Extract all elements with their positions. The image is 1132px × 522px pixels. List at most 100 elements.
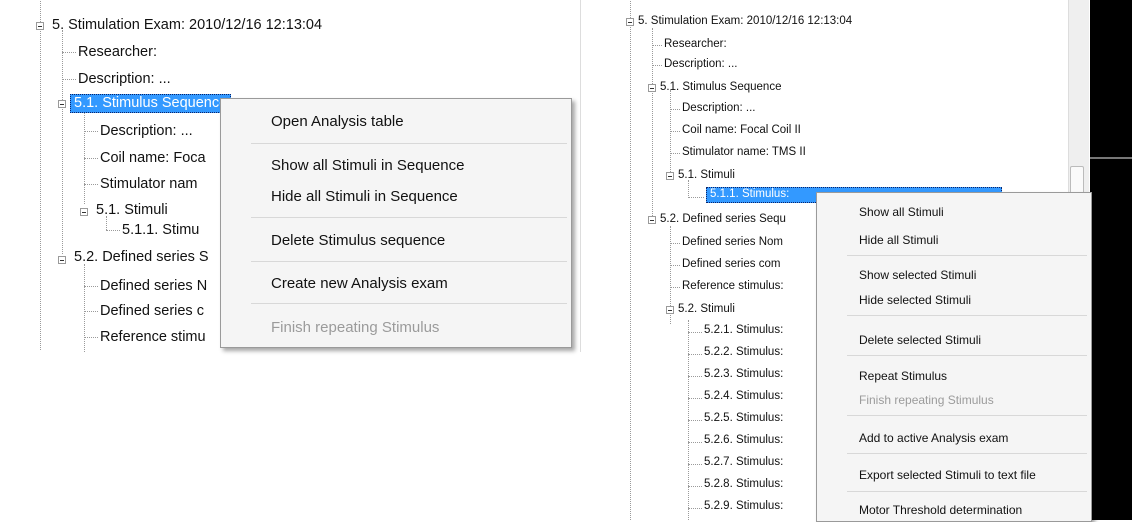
tree-line [40, 0, 41, 350]
tree-node-description[interactable]: Description: ... [664, 58, 738, 71]
tree-line [106, 230, 120, 231]
menu-item-delete-stimulus-sequence[interactable]: Delete Stimulus sequence [221, 232, 571, 249]
tree-node-stimulus[interactable]: 5.2.8. Stimulus: [704, 478, 783, 491]
tree-node-defined-name[interactable]: Defined series Nom [682, 236, 783, 249]
tree-node-stimulus[interactable]: 5.2.3. Stimulus: [704, 368, 783, 381]
tree-node-stimuli-group[interactable]: 5.1. Stimuli [678, 169, 735, 182]
tree-node-reference[interactable]: Reference stimulus: [682, 280, 784, 293]
menu-separator [847, 315, 1087, 316]
menu-item-delete-selected-stimuli[interactable]: Delete selected Stimuli [817, 333, 1091, 347]
tree-node-stimuli-group[interactable]: 5.1. Stimuli [96, 203, 168, 218]
tree-line [106, 216, 107, 230]
tree-node-defined-name[interactable]: Defined series N [100, 279, 207, 294]
tree-node-stimulus[interactable]: 5.2.1. Stimulus: [704, 324, 783, 337]
tree-line [688, 420, 702, 421]
collapse-icon[interactable] [666, 172, 674, 180]
menu-item-finish-repeating-stimulus: Finish repeating Stimulus [859, 393, 994, 407]
tree-node-defined-comment[interactable]: Defined series com [682, 258, 780, 271]
menu-item-motor-threshold-determination[interactable]: Motor Threshold determination [817, 503, 1091, 517]
tree-node-seq-description[interactable]: Description: ... [100, 124, 193, 139]
collapse-icon[interactable] [648, 84, 656, 92]
collapse-icon[interactable] [80, 208, 88, 216]
tree-node-defined-comment[interactable]: Defined series c [100, 304, 204, 319]
collapse-icon[interactable] [626, 18, 634, 26]
tree-line [62, 79, 76, 80]
tree-line [652, 65, 662, 66]
scrollbar-thumb[interactable] [1070, 166, 1084, 194]
collapse-icon[interactable] [36, 22, 44, 30]
tree-line [670, 265, 680, 266]
tree-node-stimulus[interactable]: 5.2.9. Stimulus: [704, 500, 783, 513]
tree-node-defined-series[interactable]: 5.2. Defined series Sequ [660, 213, 786, 226]
tree-line [670, 243, 680, 244]
tree-node-stimuli-group-2[interactable]: 5.2. Stimuli [678, 303, 735, 316]
menu-item-export-selected-stimuli[interactable]: Export selected Stimuli to text file [817, 468, 1091, 482]
tree-line [84, 131, 98, 132]
tree-line [84, 337, 98, 338]
tree-node-stimulus[interactable]: 5.2.4. Stimulus: [704, 390, 783, 403]
divider [1090, 157, 1132, 159]
tree-line [688, 486, 702, 487]
tree-node-researcher[interactable]: Researcher: [664, 38, 727, 51]
tree-node-sequence[interactable]: 5.1. Stimulus Sequence [660, 81, 781, 94]
menu-item-hide-selected-stimuli[interactable]: Hide selected Stimuli [817, 293, 1091, 307]
tree-line [630, 0, 631, 520]
menu-item-open-analysis-table[interactable]: Open Analysis table [221, 113, 571, 130]
menu-item-hide-all-stimuli[interactable]: Hide all Stimuli [817, 233, 1091, 247]
menu-separator [251, 217, 567, 218]
tree-node-stimulus[interactable]: 5.2.5. Stimulus: [704, 412, 783, 425]
tree-line [688, 354, 702, 355]
tree-node-exam[interactable]: 5. Stimulation Exam: 2010/12/16 12:13:04 [638, 15, 852, 28]
tree-node-coil[interactable]: Coil name: Focal Coil II [682, 124, 801, 137]
tree-node-seq-description[interactable]: Description: ... [682, 102, 756, 115]
tree-line [688, 398, 702, 399]
tree-line [688, 332, 702, 333]
tree-line [688, 464, 702, 465]
tree-line [652, 28, 653, 216]
tree-line [688, 197, 704, 198]
menu-item-show-all-stimuli[interactable]: Show all Stimuli [817, 205, 1091, 219]
collapse-icon[interactable] [648, 216, 656, 224]
tree-node-description[interactable]: Description: ... [78, 72, 171, 87]
menu-separator [847, 355, 1087, 356]
menu-separator [847, 255, 1087, 256]
menu-separator [847, 491, 1087, 492]
tree-line [670, 131, 680, 132]
tree-line [670, 90, 671, 174]
menu-separator [847, 415, 1087, 416]
tree-node-defined-series[interactable]: 5.2. Defined series S [74, 250, 209, 265]
menu-item-finish-repeating-stimulus: Finish repeating Stimulus [271, 319, 440, 336]
collapse-icon[interactable] [58, 256, 66, 264]
menu-item-show-all-stimuli-in-sequence[interactable]: Show all Stimuli in Sequence [221, 157, 571, 174]
tree-node-stimulus[interactable]: 5.2.2. Stimulus: [704, 346, 783, 359]
tree-line [84, 184, 98, 185]
menu-item-hide-all-stimuli-in-sequence[interactable]: Hide all Stimuli in Sequence [221, 188, 571, 205]
tree-line [670, 109, 680, 110]
menu-separator [251, 261, 567, 262]
tree-node-exam[interactable]: 5. Stimulation Exam: 2010/12/16 12:13:04 [52, 18, 322, 33]
dark-panel [1090, 0, 1132, 520]
tree-line [84, 158, 98, 159]
tree-node-stimulator[interactable]: Stimulator nam [100, 177, 198, 192]
menu-separator [847, 453, 1087, 454]
tree-line [688, 508, 702, 509]
collapse-icon[interactable] [666, 306, 674, 314]
context-menu-stimuli: Show all Stimuli Hide all Stimuli Show s… [816, 192, 1092, 522]
context-menu-sequence: Open Analysis table Show all Stimuli in … [220, 98, 572, 348]
menu-item-show-selected-stimuli[interactable]: Show selected Stimuli [817, 268, 1091, 282]
tree-node-stimulus[interactable]: 5.1.1. Stimu [122, 223, 199, 238]
tree-node-reference[interactable]: Reference stimu [100, 330, 206, 345]
tree-node-researcher[interactable]: Researcher: [78, 45, 157, 60]
tree-line [688, 180, 689, 196]
tree-line [84, 264, 85, 352]
collapse-icon[interactable] [58, 100, 66, 108]
tree-line [688, 442, 702, 443]
menu-item-create-new-analysis-exam[interactable]: Create new Analysis exam [221, 275, 571, 292]
tree-node-stimulator[interactable]: Stimulator name: TMS II [682, 146, 806, 159]
tree-node-stimulus[interactable]: 5.2.6. Stimulus: [704, 434, 783, 447]
tree-node-sequence-selected[interactable]: 5.1. Stimulus Sequence [70, 94, 232, 113]
menu-item-repeat-stimulus[interactable]: Repeat Stimulus [817, 369, 1091, 383]
menu-item-add-to-active-analysis-exam[interactable]: Add to active Analysis exam [817, 431, 1091, 445]
tree-node-stimulus[interactable]: 5.2.7. Stimulus: [704, 456, 783, 469]
tree-node-coil[interactable]: Coil name: Foca [100, 151, 206, 166]
